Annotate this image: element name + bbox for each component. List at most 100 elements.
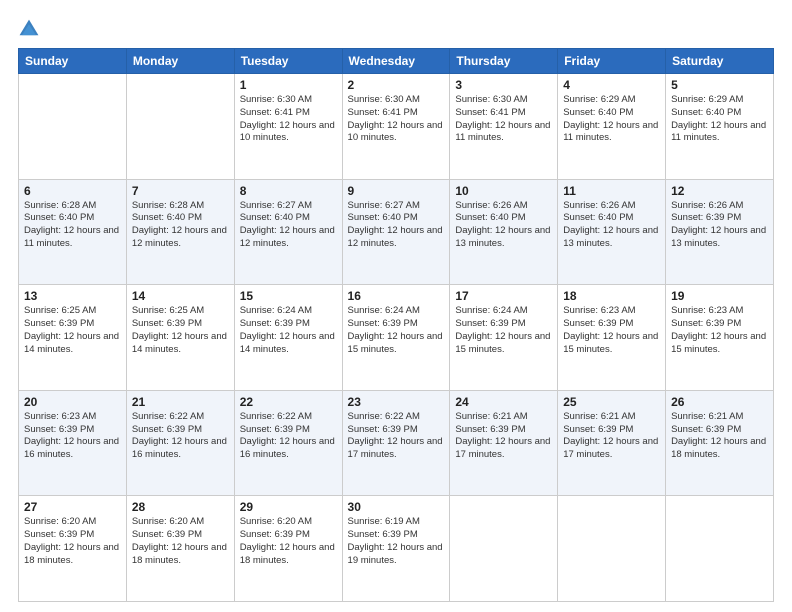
day-info: Sunrise: 6:24 AM Sunset: 6:39 PM Dayligh… bbox=[348, 305, 445, 356]
calendar-cell: 16 Sunrise: 6:24 AM Sunset: 6:39 PM Dayli… bbox=[342, 285, 450, 391]
day-number: 20 bbox=[24, 395, 121, 409]
day-info: Sunrise: 6:22 AM Sunset: 6:39 PM Dayligh… bbox=[132, 411, 229, 462]
logo-icon bbox=[18, 18, 40, 40]
day-number: 11 bbox=[563, 184, 660, 198]
logo bbox=[18, 18, 44, 40]
calendar-cell: 26 Sunrise: 6:21 AM Sunset: 6:39 PM Dayli… bbox=[666, 390, 774, 496]
day-number: 24 bbox=[455, 395, 552, 409]
calendar-cell: 22 Sunrise: 6:22 AM Sunset: 6:39 PM Dayli… bbox=[234, 390, 342, 496]
day-info: Sunrise: 6:22 AM Sunset: 6:39 PM Dayligh… bbox=[348, 411, 445, 462]
weekday-header: Wednesday bbox=[342, 49, 450, 74]
calendar-header-row: SundayMondayTuesdayWednesdayThursdayFrid… bbox=[19, 49, 774, 74]
day-number: 4 bbox=[563, 78, 660, 92]
calendar-table: SundayMondayTuesdayWednesdayThursdayFrid… bbox=[18, 48, 774, 602]
calendar-cell: 30Sunrise: 6:19 AM Sunset: 6:39 PM Dayli… bbox=[342, 496, 450, 602]
day-number: 2 bbox=[348, 78, 445, 92]
day-info: Sunrise: 6:24 AM Sunset: 6:39 PM Dayligh… bbox=[240, 305, 337, 356]
day-number: 26 bbox=[671, 395, 768, 409]
day-info: Sunrise: 6:23 AM Sunset: 6:39 PM Dayligh… bbox=[671, 305, 768, 356]
day-info: Sunrise: 6:30 AM Sunset: 6:41 PM Dayligh… bbox=[348, 94, 445, 145]
calendar-cell: 19 Sunrise: 6:23 AM Sunset: 6:39 PM Dayli… bbox=[666, 285, 774, 391]
day-info: Sunrise: 6:30 AM Sunset: 6:41 PM Dayligh… bbox=[455, 94, 552, 145]
day-info: Sunrise: 6:26 AM Sunset: 6:40 PM Dayligh… bbox=[455, 200, 552, 251]
day-number: 29 bbox=[240, 500, 337, 514]
day-number: 28 bbox=[132, 500, 229, 514]
weekday-header: Tuesday bbox=[234, 49, 342, 74]
calendar-cell: 1Sunrise: 6:30 AM Sunset: 6:41 PM Daylig… bbox=[234, 74, 342, 180]
calendar-cell: 9 Sunrise: 6:27 AM Sunset: 6:40 PM Daylig… bbox=[342, 179, 450, 285]
calendar-cell: 12Sunrise: 6:26 AM Sunset: 6:39 PM Dayli… bbox=[666, 179, 774, 285]
calendar-cell: 5 Sunrise: 6:29 AM Sunset: 6:40 PM Daylig… bbox=[666, 74, 774, 180]
calendar-cell: 14 Sunrise: 6:25 AM Sunset: 6:39 PM Dayli… bbox=[126, 285, 234, 391]
day-info: Sunrise: 6:29 AM Sunset: 6:40 PM Dayligh… bbox=[671, 94, 768, 145]
calendar-cell: 4 Sunrise: 6:29 AM Sunset: 6:40 PM Daylig… bbox=[558, 74, 666, 180]
day-info: Sunrise: 6:24 AM Sunset: 6:39 PM Dayligh… bbox=[455, 305, 552, 356]
day-number: 23 bbox=[348, 395, 445, 409]
weekday-header: Thursday bbox=[450, 49, 558, 74]
day-info: Sunrise: 6:23 AM Sunset: 6:39 PM Dayligh… bbox=[563, 305, 660, 356]
calendar-cell bbox=[19, 74, 127, 180]
calendar-cell: 24Sunrise: 6:21 AM Sunset: 6:39 PM Dayli… bbox=[450, 390, 558, 496]
day-number: 6 bbox=[24, 184, 121, 198]
calendar-cell: 8 Sunrise: 6:27 AM Sunset: 6:40 PM Daylig… bbox=[234, 179, 342, 285]
day-number: 9 bbox=[348, 184, 445, 198]
calendar-cell: 21 Sunrise: 6:22 AM Sunset: 6:39 PM Dayli… bbox=[126, 390, 234, 496]
calendar-cell: 20 Sunrise: 6:23 AM Sunset: 6:39 PM Dayli… bbox=[19, 390, 127, 496]
calendar-cell: 29 Sunrise: 6:20 AM Sunset: 6:39 PM Dayli… bbox=[234, 496, 342, 602]
calendar-week-row: 13 Sunrise: 6:25 AM Sunset: 6:39 PM Dayli… bbox=[19, 285, 774, 391]
day-info: Sunrise: 6:28 AM Sunset: 6:40 PM Dayligh… bbox=[132, 200, 229, 251]
day-number: 18 bbox=[563, 289, 660, 303]
day-info: Sunrise: 6:22 AM Sunset: 6:39 PM Dayligh… bbox=[240, 411, 337, 462]
top-header bbox=[18, 18, 774, 40]
day-number: 30 bbox=[348, 500, 445, 514]
day-info: Sunrise: 6:29 AM Sunset: 6:40 PM Dayligh… bbox=[563, 94, 660, 145]
day-info: Sunrise: 6:27 AM Sunset: 6:40 PM Dayligh… bbox=[348, 200, 445, 251]
weekday-header: Monday bbox=[126, 49, 234, 74]
calendar-week-row: 27 Sunrise: 6:20 AM Sunset: 6:39 PM Dayli… bbox=[19, 496, 774, 602]
day-info: Sunrise: 6:20 AM Sunset: 6:39 PM Dayligh… bbox=[132, 516, 229, 567]
day-number: 13 bbox=[24, 289, 121, 303]
day-info: Sunrise: 6:28 AM Sunset: 6:40 PM Dayligh… bbox=[24, 200, 121, 251]
day-info: Sunrise: 6:21 AM Sunset: 6:39 PM Dayligh… bbox=[671, 411, 768, 462]
calendar-cell: 27 Sunrise: 6:20 AM Sunset: 6:39 PM Dayli… bbox=[19, 496, 127, 602]
day-info: Sunrise: 6:21 AM Sunset: 6:39 PM Dayligh… bbox=[563, 411, 660, 462]
day-number: 15 bbox=[240, 289, 337, 303]
calendar-cell: 11 Sunrise: 6:26 AM Sunset: 6:40 PM Dayli… bbox=[558, 179, 666, 285]
day-number: 14 bbox=[132, 289, 229, 303]
day-number: 27 bbox=[24, 500, 121, 514]
calendar-cell: 7 Sunrise: 6:28 AM Sunset: 6:40 PM Daylig… bbox=[126, 179, 234, 285]
day-number: 5 bbox=[671, 78, 768, 92]
day-number: 10 bbox=[455, 184, 552, 198]
day-info: Sunrise: 6:25 AM Sunset: 6:39 PM Dayligh… bbox=[132, 305, 229, 356]
day-number: 12 bbox=[671, 184, 768, 198]
calendar-week-row: 6 Sunrise: 6:28 AM Sunset: 6:40 PM Daylig… bbox=[19, 179, 774, 285]
calendar-week-row: 20 Sunrise: 6:23 AM Sunset: 6:39 PM Dayli… bbox=[19, 390, 774, 496]
day-info: Sunrise: 6:30 AM Sunset: 6:41 PM Dayligh… bbox=[240, 94, 337, 145]
day-info: Sunrise: 6:20 AM Sunset: 6:39 PM Dayligh… bbox=[240, 516, 337, 567]
day-info: Sunrise: 6:25 AM Sunset: 6:39 PM Dayligh… bbox=[24, 305, 121, 356]
day-number: 7 bbox=[132, 184, 229, 198]
calendar-cell bbox=[126, 74, 234, 180]
weekday-header: Friday bbox=[558, 49, 666, 74]
calendar-cell: 25 Sunrise: 6:21 AM Sunset: 6:39 PM Dayli… bbox=[558, 390, 666, 496]
calendar-cell: 23 Sunrise: 6:22 AM Sunset: 6:39 PM Dayli… bbox=[342, 390, 450, 496]
page: SundayMondayTuesdayWednesdayThursdayFrid… bbox=[0, 0, 792, 612]
day-number: 25 bbox=[563, 395, 660, 409]
day-info: Sunrise: 6:23 AM Sunset: 6:39 PM Dayligh… bbox=[24, 411, 121, 462]
day-number: 22 bbox=[240, 395, 337, 409]
calendar-cell: 15 Sunrise: 6:24 AM Sunset: 6:39 PM Dayli… bbox=[234, 285, 342, 391]
day-number: 17 bbox=[455, 289, 552, 303]
calendar-cell bbox=[558, 496, 666, 602]
calendar-cell: 18 Sunrise: 6:23 AM Sunset: 6:39 PM Dayli… bbox=[558, 285, 666, 391]
day-number: 19 bbox=[671, 289, 768, 303]
day-number: 3 bbox=[455, 78, 552, 92]
day-number: 16 bbox=[348, 289, 445, 303]
day-number: 8 bbox=[240, 184, 337, 198]
calendar-week-row: 1Sunrise: 6:30 AM Sunset: 6:41 PM Daylig… bbox=[19, 74, 774, 180]
calendar-cell: 28 Sunrise: 6:20 AM Sunset: 6:39 PM Dayli… bbox=[126, 496, 234, 602]
day-number: 21 bbox=[132, 395, 229, 409]
day-info: Sunrise: 6:20 AM Sunset: 6:39 PM Dayligh… bbox=[24, 516, 121, 567]
day-info: Sunrise: 6:27 AM Sunset: 6:40 PM Dayligh… bbox=[240, 200, 337, 251]
day-info: Sunrise: 6:26 AM Sunset: 6:40 PM Dayligh… bbox=[563, 200, 660, 251]
calendar-cell: 3 Sunrise: 6:30 AM Sunset: 6:41 PM Daylig… bbox=[450, 74, 558, 180]
